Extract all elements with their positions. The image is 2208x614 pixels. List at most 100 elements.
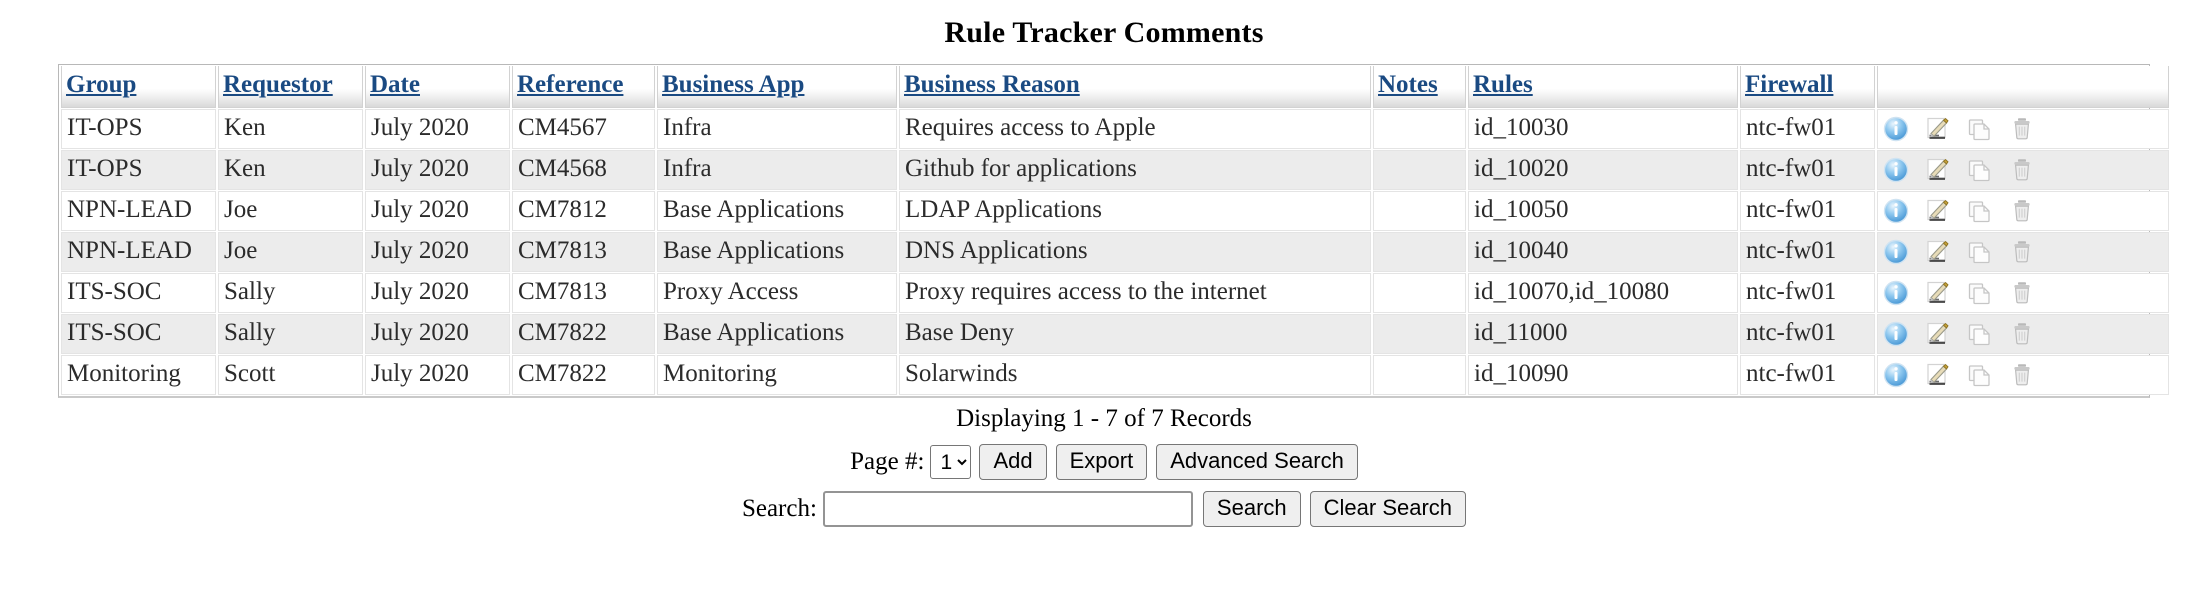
edit-icon[interactable] [1925, 280, 1951, 306]
column-header-group[interactable]: Group [61, 66, 216, 108]
add-button[interactable]: Add [979, 444, 1047, 480]
column-header-date[interactable]: Date [365, 66, 510, 108]
export-button[interactable]: Export [1055, 444, 1148, 480]
clear-search-button[interactable]: Clear Search [1309, 491, 1467, 527]
edit-icon[interactable] [1925, 362, 1951, 388]
table-row: ITS-SOC Sally July 2020 CM7822 Base Applicat… [61, 314, 2169, 354]
search-controls: Search: Search Clear Search [0, 491, 2208, 527]
cell-actions [1877, 314, 2169, 354]
cell-business-reason: Github for applications [899, 150, 1371, 190]
sort-link-business-reason[interactable]: Business Reason [904, 71, 1080, 98]
sort-link-firewall[interactable]: Firewall [1745, 71, 1833, 98]
delete-icon[interactable] [2009, 321, 2035, 347]
rule-tracker-table-container: Group Requestor Date Reference Business … [58, 64, 2169, 398]
cell-group: IT-OPS [61, 109, 216, 149]
cell-firewall: ntc-fw01 [1740, 355, 1875, 395]
delete-icon[interactable] [2009, 362, 2035, 388]
column-header-business-reason[interactable]: Business Reason [899, 66, 1371, 108]
cell-requestor: Ken [218, 109, 363, 149]
cell-business-reason: Proxy requires access to the internet [899, 273, 1371, 313]
cell-requestor: Joe [218, 191, 363, 231]
table-body: IT-OPS Ken July 2020 CM4567 Infra Requires ac… [61, 109, 2169, 395]
cell-rules: id_11000 [1468, 314, 1738, 354]
cell-notes [1373, 355, 1466, 395]
cell-rules: id_10020 [1468, 150, 1738, 190]
copy-icon[interactable] [1967, 198, 1993, 224]
cell-actions [1877, 273, 2169, 313]
sort-link-group[interactable]: Group [66, 71, 136, 98]
advanced-search-button[interactable]: Advanced Search [1156, 444, 1358, 480]
cell-actions [1877, 191, 2169, 231]
cell-business-reason: Solarwinds [899, 355, 1371, 395]
info-icon[interactable] [1883, 116, 1909, 142]
cell-reference: CM7822 [512, 314, 655, 354]
sort-link-notes[interactable]: Notes [1378, 71, 1438, 98]
page-number-label: Page #: [850, 448, 925, 475]
info-icon[interactable] [1883, 198, 1909, 224]
info-icon[interactable] [1883, 280, 1909, 306]
cell-date: July 2020 [365, 273, 510, 313]
column-header-notes[interactable]: Notes [1373, 66, 1466, 108]
copy-icon[interactable] [1967, 239, 1993, 265]
edit-icon[interactable] [1925, 198, 1951, 224]
cell-business-app: Infra [657, 150, 897, 190]
search-label: Search: [741, 495, 817, 522]
cell-rules: id_10090 [1468, 355, 1738, 395]
delete-icon[interactable] [2009, 198, 2035, 224]
cell-requestor: Sally [218, 273, 363, 313]
cell-reference: CM7813 [512, 273, 655, 313]
sort-link-date[interactable]: Date [370, 71, 420, 98]
info-icon[interactable] [1883, 239, 1909, 265]
sort-link-reference[interactable]: Reference [517, 71, 623, 98]
cell-group: Monitoring [61, 355, 216, 395]
info-icon[interactable] [1883, 362, 1909, 388]
cell-business-app: Infra [657, 109, 897, 149]
cell-firewall: ntc-fw01 [1740, 232, 1875, 272]
edit-icon[interactable] [1925, 116, 1951, 142]
cell-date: July 2020 [365, 109, 510, 149]
cell-requestor: Ken [218, 150, 363, 190]
column-header-rules[interactable]: Rules [1468, 66, 1738, 108]
delete-icon[interactable] [2009, 116, 2035, 142]
delete-icon[interactable] [2009, 280, 2035, 306]
cell-group: NPN-LEAD [61, 232, 216, 272]
cell-reference: CM7822 [512, 355, 655, 395]
column-header-reference[interactable]: Reference [512, 66, 655, 108]
info-icon[interactable] [1883, 321, 1909, 347]
edit-icon[interactable] [1925, 321, 1951, 347]
cell-actions [1877, 355, 2169, 395]
delete-icon[interactable] [2009, 157, 2035, 183]
table-row: NPN-LEAD Joe July 2020 CM7812 Base Applicati… [61, 191, 2169, 231]
sort-link-rules[interactable]: Rules [1473, 71, 1533, 98]
column-header-business-app[interactable]: Business App [657, 66, 897, 108]
info-icon[interactable] [1883, 157, 1909, 183]
cell-reference: CM4567 [512, 109, 655, 149]
rule-tracker-page: Rule Tracker Comments Group Requestor Da… [0, 0, 2208, 527]
column-header-firewall[interactable]: Firewall [1740, 66, 1875, 108]
copy-icon[interactable] [1967, 116, 1993, 142]
cell-group: ITS-SOC [61, 314, 216, 354]
pagination-controls: Page #: 1 Add Export Advanced Search [0, 444, 2208, 480]
table-row: NPN-LEAD Joe July 2020 CM7813 Base Applicati… [61, 232, 2169, 272]
cell-actions [1877, 109, 2169, 149]
copy-icon[interactable] [1967, 280, 1993, 306]
page-number-select[interactable]: 1 [930, 445, 972, 479]
copy-icon[interactable] [1967, 321, 1993, 347]
copy-icon[interactable] [1967, 362, 1993, 388]
rule-tracker-table: Group Requestor Date Reference Business … [59, 65, 2171, 396]
edit-icon[interactable] [1925, 239, 1951, 265]
cell-firewall: ntc-fw01 [1740, 150, 1875, 190]
record-count-label: Displaying 1 - 7 of 7 Records [956, 405, 1252, 432]
sort-link-business-app[interactable]: Business App [662, 71, 804, 98]
search-button[interactable]: Search [1202, 491, 1301, 527]
cell-reference: CM7813 [512, 232, 655, 272]
cell-actions [1877, 150, 2169, 190]
delete-icon[interactable] [2009, 239, 2035, 265]
search-input[interactable] [822, 491, 1193, 527]
copy-icon[interactable] [1967, 157, 1993, 183]
cell-business-reason: Base Deny [899, 314, 1371, 354]
column-header-actions [1877, 66, 2169, 108]
edit-icon[interactable] [1925, 157, 1951, 183]
sort-link-requestor[interactable]: Requestor [223, 71, 333, 98]
column-header-requestor[interactable]: Requestor [218, 66, 363, 108]
